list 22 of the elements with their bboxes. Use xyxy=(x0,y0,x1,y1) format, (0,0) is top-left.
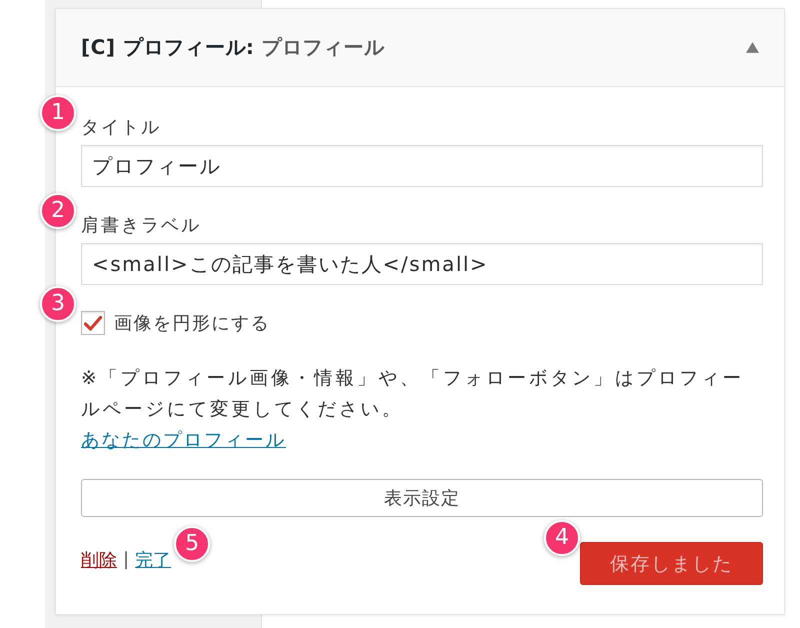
delete-link[interactable]: 削除 xyxy=(81,548,117,572)
step-marker: 5 xyxy=(174,526,210,562)
note-text: ※「プロフィール画像・情報」や、「フォローボタン」はプロフィールページにて変更してください。 xyxy=(81,367,746,422)
checkbox-label[interactable]: 画像を円形にする xyxy=(114,311,270,335)
field-label: 肩書きラベル xyxy=(81,214,201,238)
widget-subtitle: プロフィール xyxy=(261,34,384,61)
caret-icon[interactable] xyxy=(746,42,759,53)
field-label: タイトル xyxy=(81,116,161,140)
done-link[interactable]: 完了 xyxy=(135,548,172,572)
checkmark-icon xyxy=(84,316,102,330)
checkbox[interactable] xyxy=(81,311,105,335)
step-marker: 1 xyxy=(40,95,76,131)
step-marker: 4 xyxy=(544,520,580,556)
profile-link[interactable]: あなたのプロフィール xyxy=(81,425,286,456)
widget-title: [C] プロフィール: xyxy=(81,34,254,61)
display-settings-button[interactable]: 表示設定 xyxy=(81,479,763,517)
link-separator: | xyxy=(123,549,130,570)
step-marker: 2 xyxy=(40,193,76,229)
step-marker: 3 xyxy=(40,286,76,322)
text-field[interactable]: プロフィール xyxy=(81,145,763,187)
text-field[interactable]: <small>この記事を書いた人</small> xyxy=(81,243,763,285)
widget-header[interactable]: [C] プロフィール: プロフィール xyxy=(56,9,784,87)
